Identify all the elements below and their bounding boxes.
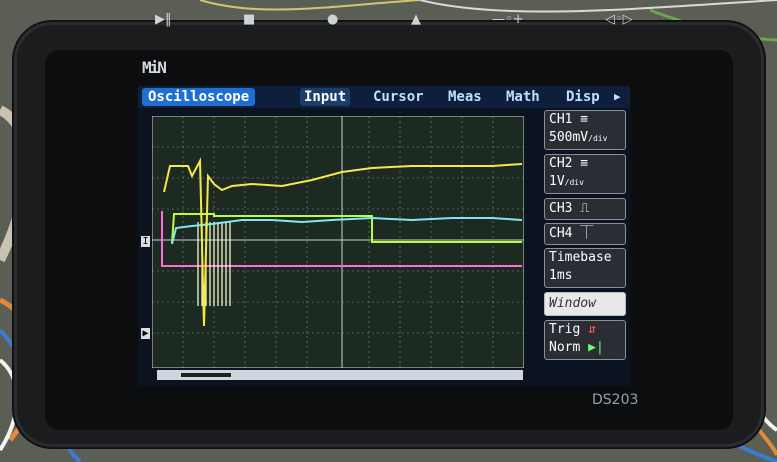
waveform-plot: [152, 116, 524, 368]
ch1-scale: 500mV/div: [549, 130, 608, 145]
timebase-label: Timebase: [549, 250, 612, 265]
ch1-setting[interactable]: CH1 ≡ 500mV/div: [544, 110, 626, 150]
hardware-buttons: ▶‖ ■ ● ▲ —◦+ ◁◦▷: [0, 0, 777, 40]
memory-position-bar[interactable]: [157, 370, 523, 380]
tab-meas[interactable]: Meas: [448, 88, 482, 106]
trig-mode: Norm ▶|: [549, 340, 604, 355]
stop-button[interactable]: ■: [243, 12, 255, 27]
view-window-thumb[interactable]: [181, 373, 231, 377]
trigger-edge-icon: ⇵: [588, 322, 596, 337]
trig-label: Trig ⇵: [549, 322, 596, 337]
ch2-name: CH2 ≡: [549, 156, 589, 171]
play-pause-button[interactable]: ▶‖: [155, 12, 172, 27]
model-label: DS203: [592, 392, 639, 408]
run-icon: ▶|: [588, 340, 604, 355]
timebase-setting[interactable]: Timebase 1ms: [544, 248, 626, 288]
tabs-next-arrow-icon[interactable]: ▶: [614, 90, 621, 103]
window-setting[interactable]: Window: [544, 292, 626, 316]
ch2-setting[interactable]: CH2 ≡ 1V/div: [544, 154, 626, 194]
ch2-scale: 1V/div: [549, 174, 584, 189]
ch1-name: CH1 ≡: [549, 112, 589, 127]
timebase-value: 1ms: [549, 268, 573, 283]
ch3-setting[interactable]: CH3 ⎍: [544, 198, 626, 220]
side-panel: CH1 ≡ 500mV/div CH2 ≡ 1V/div CH3 ⎍ CH4 ⏉…: [528, 110, 628, 380]
minus-plus-button[interactable]: —◦+: [492, 12, 524, 27]
tab-math[interactable]: Math: [506, 88, 540, 106]
ch4-setting[interactable]: CH4 ⏉: [544, 223, 626, 245]
brand-logo: MiN: [142, 58, 167, 77]
triangle-button[interactable]: ▲: [411, 12, 421, 27]
tab-disp[interactable]: Disp: [566, 88, 600, 106]
tab-input[interactable]: Input: [300, 88, 351, 106]
tab-oscilloscope[interactable]: Oscilloscope: [142, 88, 256, 106]
circle-button[interactable]: ●: [327, 12, 338, 27]
ch-level-marker: I: [141, 236, 150, 247]
trigger-setting[interactable]: Trig ⇵ Norm ▶|: [544, 320, 626, 360]
left-right-button[interactable]: ◁◦▷: [605, 12, 633, 27]
tab-cursor[interactable]: Cursor: [373, 88, 424, 106]
trigger-level-marker: ▶: [141, 328, 150, 339]
menu-tabs: Oscilloscope Input Cursor Meas Math Disp: [138, 86, 630, 108]
